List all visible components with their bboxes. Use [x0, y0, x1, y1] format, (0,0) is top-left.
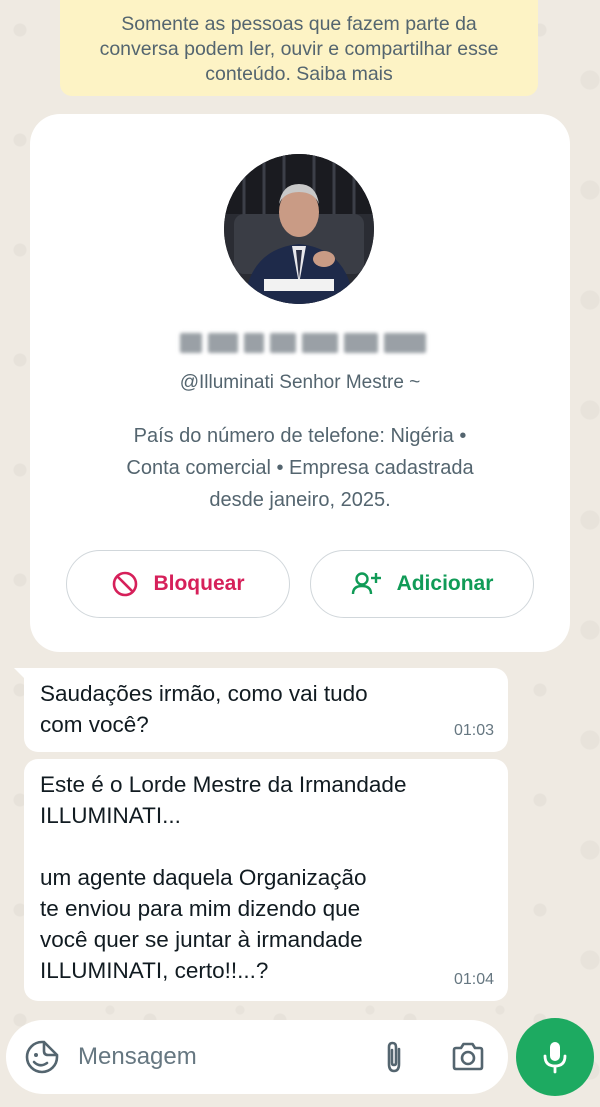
avatar-image: [224, 154, 374, 304]
message-time: 01:04: [453, 971, 494, 988]
incoming-message[interactable]: Saudações irmão, como vai tudo com você?…: [24, 668, 508, 752]
paperclip-icon: [387, 1041, 401, 1073]
message-text: Este é o Lorde Mestre da Irmandade ILLUM…: [40, 772, 407, 983]
message-input[interactable]: [78, 1036, 348, 1078]
add-contact-button-label: Adicionar: [396, 572, 494, 595]
block-icon: [113, 571, 138, 597]
add-contact-icon: [351, 572, 381, 595]
voice-message-button[interactable]: [516, 1018, 594, 1096]
contact-profile-card: @Illuminati Senhor Mestre ~ País do núme…: [30, 114, 570, 652]
message-time: 01:03: [453, 722, 494, 739]
camera-icon: [452, 1042, 484, 1071]
contact-info-country: País do número de telefone: Nigéria •: [133, 425, 467, 447]
incoming-message[interactable]: Este é o Lorde Mestre da Irmandade ILLUM…: [24, 759, 508, 1001]
microphone-icon: [543, 1042, 567, 1074]
sticker-emoji-icon: [25, 1040, 59, 1074]
encryption-notice-text: Somente as pessoas que fazem parte da co…: [99, 13, 499, 85]
contact-info-registered-since: desde janeiro, 2025.: [209, 489, 391, 511]
contact-info: País do número de telefone: Nigéria • Co…: [70, 420, 530, 516]
block-button[interactable]: Bloquear: [66, 550, 290, 618]
contact-username: @Illuminati Senhor Mestre ~: [179, 372, 421, 393]
encryption-notice[interactable]: Somente as pessoas que fazem parte da co…: [60, 0, 538, 96]
avatar[interactable]: [224, 154, 374, 304]
contact-info-account-type: Conta comercial • Empresa cadastrada: [126, 457, 474, 479]
add-contact-button[interactable]: Adicionar: [310, 550, 534, 618]
block-button-label: Bloquear: [153, 572, 245, 595]
message-compose-bar: [6, 1020, 508, 1094]
camera-button[interactable]: [450, 1041, 486, 1078]
attach-button[interactable]: [376, 1039, 412, 1080]
sticker-emoji-button[interactable]: [24, 1039, 60, 1080]
blurred-contact-name: [180, 328, 426, 358]
message-text: Saudações irmão, como vai tudo com você?: [40, 681, 368, 737]
